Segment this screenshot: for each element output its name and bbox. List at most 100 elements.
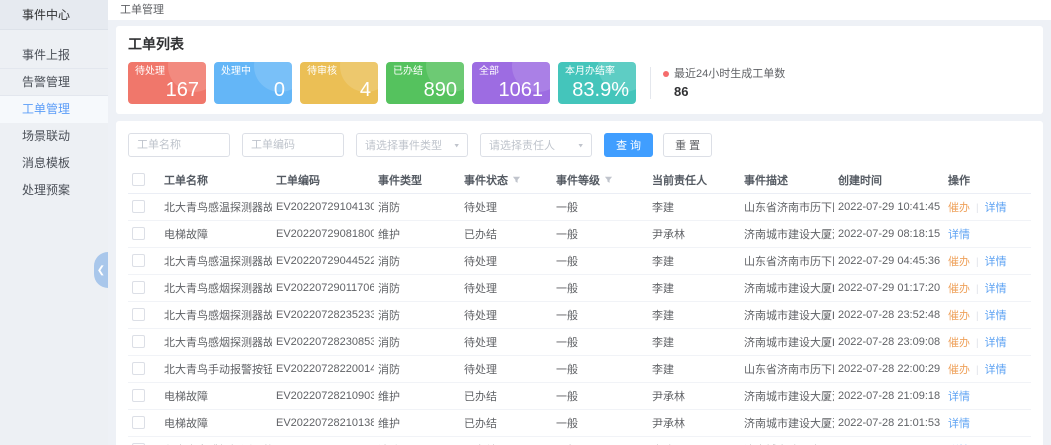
row-checkbox[interactable]: [132, 308, 145, 321]
description-cell: 济南城市建设大厦B3车...: [740, 436, 834, 445]
order-code-cell: EV20220728230853750: [272, 328, 374, 355]
order-code-cell: EV20220729044522068: [272, 247, 374, 274]
detail-link[interactable]: 详情: [948, 418, 970, 430]
chevron-down-icon: ▾: [578, 141, 583, 150]
order-name-cell: 电梯故障: [160, 220, 272, 247]
detail-link[interactable]: 详情: [985, 283, 1007, 295]
dot-icon: [663, 71, 669, 77]
table-row: 北大青鸟感烟探测器故障 EV20220728193411643 消防 已办结 一…: [128, 436, 1031, 445]
table-row: 北大青鸟感烟探测器故障 EV20220728230853750 消防 待处理 一…: [128, 328, 1031, 355]
event-type-select[interactable]: 请选择事件类型 ▾: [356, 133, 468, 157]
select-all-checkbox[interactable]: [132, 173, 145, 186]
detail-link[interactable]: 详情: [948, 391, 970, 403]
order-name-cell: 北大青鸟手动报警按钮故障: [160, 355, 272, 382]
row-checkbox[interactable]: [132, 416, 145, 429]
description-cell: 山东省济南市历下区济南...: [740, 193, 834, 220]
search-button[interactable]: 查 询: [604, 133, 653, 157]
description-cell: 济南城市建设大厦消防梯...: [740, 409, 834, 436]
row-checkbox[interactable]: [132, 281, 145, 294]
owner-cell: 李建: [648, 193, 740, 220]
sidebar-item[interactable]: 事件上报: [0, 42, 108, 69]
owner-cell: 尹承林: [648, 220, 740, 247]
event-level-cell: 一般: [552, 382, 648, 409]
table-header-row: 工单名称 工单编码 事件类型 事件状态: [128, 167, 1031, 193]
detail-link[interactable]: 详情: [985, 337, 1007, 349]
stat-label: 处理中: [221, 66, 285, 77]
urge-link[interactable]: 催办: [948, 283, 970, 295]
column-header: 事件描述: [740, 167, 834, 193]
detail-link[interactable]: 详情: [985, 202, 1007, 214]
row-select-cell: [128, 301, 160, 328]
row-select-cell: [128, 355, 160, 382]
recent-24h-value: 86: [674, 85, 785, 99]
order-code-cell: EV20220729011706036: [272, 274, 374, 301]
order-name-cell: 北大青鸟感烟探测器故障: [160, 274, 272, 301]
order-code-cell: EV20220728210903424: [272, 382, 374, 409]
row-select-cell: [128, 274, 160, 301]
table-row: 北大青鸟感温探测器故障 EV20220729044522068 消防 待处理 一…: [128, 247, 1031, 274]
urge-link[interactable]: 催办: [948, 337, 970, 349]
created-time-cell: 2022-07-28 19:34:26: [834, 436, 944, 445]
table-row: 电梯故障 EV20220729081800961 维护 已办结 一般 尹承林 济…: [128, 220, 1031, 247]
owner-cell: 李建: [648, 301, 740, 328]
urge-link[interactable]: 催办: [948, 202, 970, 214]
event-type-cell: 消防: [374, 355, 460, 382]
created-time-cell: 2022-07-28 22:00:29: [834, 355, 944, 382]
detail-link[interactable]: 详情: [985, 256, 1007, 268]
event-status-cell: 已办结: [460, 409, 552, 436]
column-header: 工单名称: [160, 167, 272, 193]
sidebar-item[interactable]: 告警管理: [0, 69, 108, 96]
reset-button[interactable]: 重 置: [663, 133, 712, 157]
table-row: 电梯故障 EV20220728210903424 维护 已办结 一般 尹承林 济…: [128, 382, 1031, 409]
detail-link[interactable]: 详情: [948, 229, 970, 241]
main-area: 工单管理 工单列表 待处理 167 处理中 0: [108, 0, 1051, 445]
created-time-cell: 2022-07-29 10:41:45: [834, 193, 944, 220]
event-type-cell: 消防: [374, 328, 460, 355]
stat-card: 待审核 4: [300, 62, 378, 104]
event-level-cell: 一般: [552, 409, 648, 436]
sidebar-item[interactable]: 消息模板: [0, 150, 108, 177]
urge-link[interactable]: 催办: [948, 256, 970, 268]
vertical-divider: [650, 67, 651, 99]
chevron-left-icon: ❮: [97, 265, 105, 276]
row-checkbox[interactable]: [132, 254, 145, 267]
sidebar-item[interactable]: 处理预案: [0, 177, 108, 204]
stat-value: 167: [135, 80, 199, 101]
urge-link[interactable]: 催办: [948, 364, 970, 376]
filter-icon[interactable]: [604, 175, 613, 187]
row-checkbox[interactable]: [132, 335, 145, 348]
urge-link[interactable]: 催办: [948, 310, 970, 322]
row-checkbox[interactable]: [132, 227, 145, 240]
sidebar-item[interactable]: 场景联动: [0, 123, 108, 150]
detail-link[interactable]: 详情: [985, 310, 1007, 322]
stat-value: 4: [307, 80, 371, 101]
owner-select[interactable]: 请选择责任人 ▾: [480, 133, 592, 157]
sidebar-item[interactable]: 工单管理: [0, 96, 108, 123]
stat-label: 已办结: [393, 66, 457, 77]
sidebar-collapse-button[interactable]: ❮: [94, 252, 108, 288]
event-type-cell: 消防: [374, 274, 460, 301]
description-cell: 济南城市建设大厦B3车...: [740, 274, 834, 301]
event-status-cell: 已办结: [460, 436, 552, 445]
actions-cell: 催办|详情: [944, 355, 1031, 382]
filter-icon[interactable]: [512, 175, 521, 187]
event-status-cell: 待处理: [460, 274, 552, 301]
order-name-input[interactable]: [128, 133, 230, 157]
table-row: 北大青鸟手动报警按钮故障 EV20220728220014871 消防 待处理 …: [128, 355, 1031, 382]
description-cell: 济南城市建设大厦B3车...: [740, 301, 834, 328]
order-code-cell: EV20220728193411643: [272, 436, 374, 445]
sidebar-nav: 事件上报 告警管理 工单管理 场景联动 消息模板 处理预案: [0, 42, 108, 204]
stat-value: 0: [221, 80, 285, 101]
recent-24h-block: 最近24小时生成工单数 86: [663, 67, 785, 99]
row-checkbox[interactable]: [132, 200, 145, 213]
detail-link[interactable]: 详情: [985, 364, 1007, 376]
event-status-cell: 待处理: [460, 328, 552, 355]
description-cell: 济南城市建设大厦消防梯...: [740, 382, 834, 409]
event-type-cell: 维护: [374, 220, 460, 247]
row-checkbox[interactable]: [132, 389, 145, 402]
stat-value: 890: [393, 80, 457, 101]
event-level-cell: 一般: [552, 274, 648, 301]
row-checkbox[interactable]: [132, 362, 145, 375]
order-code-input[interactable]: [242, 133, 344, 157]
description-cell: 济南城市建设大厦济南城...: [740, 220, 834, 247]
